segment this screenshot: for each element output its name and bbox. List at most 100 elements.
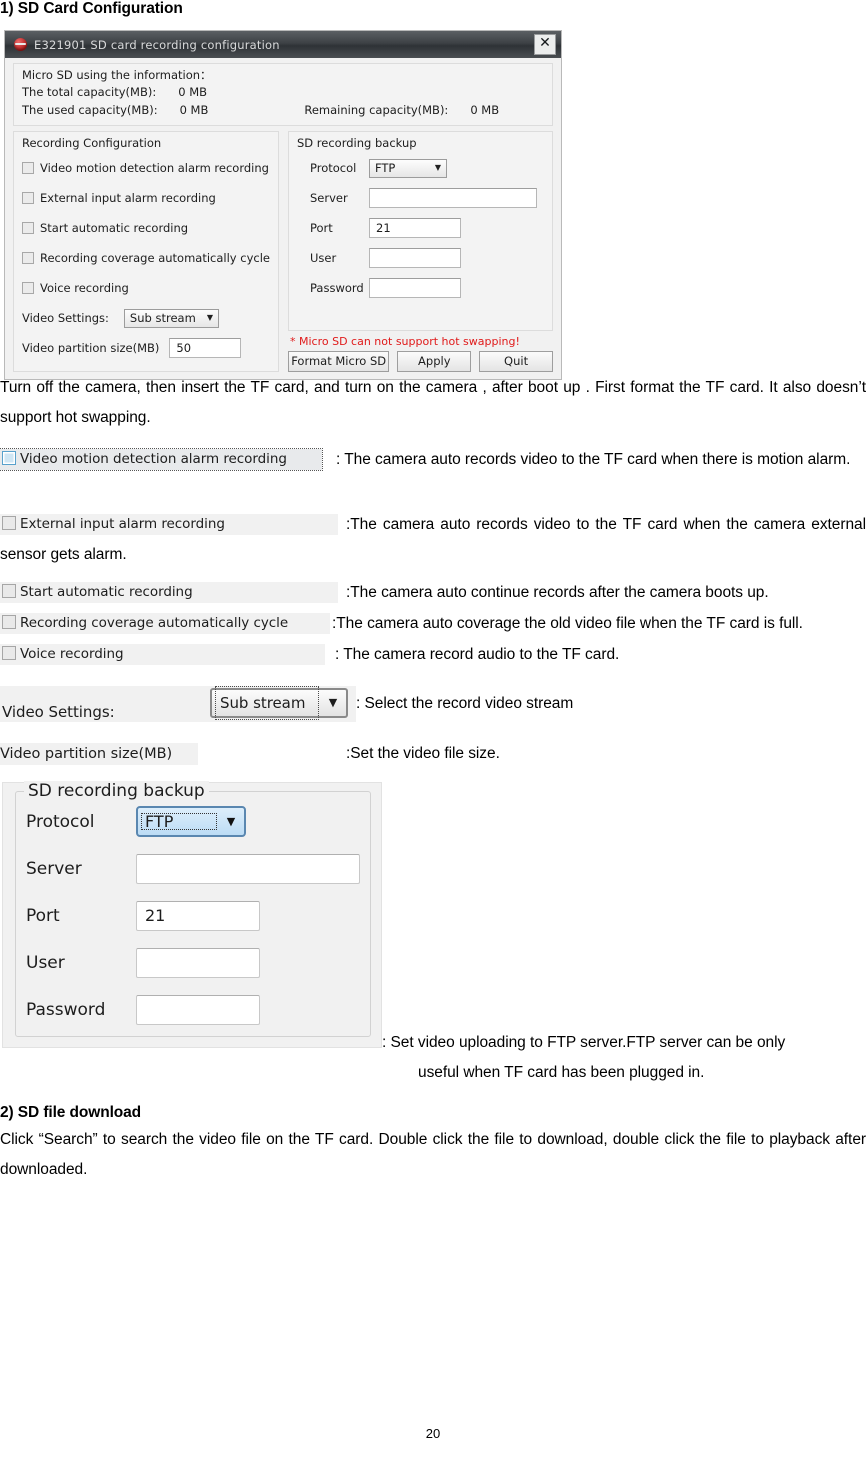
user-label: User: [310, 251, 337, 265]
port-input: 21: [136, 900, 260, 931]
server-input[interactable]: [369, 188, 537, 208]
checkbox-row-external-input-alarm[interactable]: External input alarm recording: [22, 183, 272, 213]
format-micro-sd-button[interactable]: Format Micro SD: [288, 351, 390, 372]
used-capacity-label: The used capacity(MB):: [22, 103, 158, 117]
dialog-title: E321901 SD card recording configuration: [34, 37, 280, 52]
port-input[interactable]: 21: [369, 218, 461, 238]
user-label: User: [26, 952, 65, 973]
checkbox-icon: [2, 646, 16, 661]
video-settings-row: Video Settings: Sub stream ▼: [22, 303, 272, 333]
page-number: 20: [425, 1426, 441, 1441]
server-row: Server: [297, 183, 546, 213]
quit-button[interactable]: Quit: [479, 351, 553, 372]
checkbox-snippet-label: Video motion detection alarm recording: [20, 451, 287, 468]
checkbox-snippet-label: External input alarm recording: [20, 516, 225, 533]
checkbox-label: Video motion detection alarm recording: [40, 161, 269, 175]
checkbox-label: Recording coverage automatically cycle: [40, 251, 270, 265]
video-settings-snippet-value: Sub stream: [214, 685, 320, 721]
checkbox-row-start-automatic-recording[interactable]: Start automatic recording: [22, 213, 272, 243]
protocol-value: FTP: [375, 161, 396, 175]
user-input[interactable]: [369, 248, 461, 268]
checkbox-label: Start automatic recording: [40, 221, 189, 235]
checkbox-icon[interactable]: [22, 192, 34, 204]
checkbox-row-video-motion-detection[interactable]: Video motion detection alarm recording: [22, 153, 272, 183]
recording-configuration-group: Recording Configuration Video motion det…: [13, 131, 279, 372]
sd-usage-header: Micro SD using the information：: [22, 68, 212, 82]
ftp-description-line-2: useful when TF card has been plugged in.: [418, 1064, 705, 1081]
total-capacity-label: The total capacity(MB):: [22, 85, 157, 99]
chevron-down-icon: ▼: [328, 696, 338, 709]
video-settings-snippet-select: Sub stream ▼: [210, 685, 348, 721]
checkbox-row-voice-recording[interactable]: Voice recording: [22, 273, 272, 303]
video-settings-select[interactable]: Sub stream ▼: [123, 308, 219, 328]
checkbox-icon[interactable]: [22, 162, 34, 174]
option-row-external-input-alarm: External input alarm recording:The camer…: [0, 510, 866, 570]
password-label: Password: [310, 281, 364, 295]
checkbox-snippet-external-input-alarm: External input alarm recording: [0, 514, 338, 536]
sd-recording-backup-group: SD recording backup Protocol FTP ▼ Serve…: [288, 131, 553, 331]
option-description-start-automatic-recording: :The camera auto continue records after …: [346, 584, 769, 601]
sd-recording-backup-title: SD recording backup: [297, 136, 417, 150]
video-partition-input[interactable]: 50: [169, 338, 242, 358]
video-partition-snippet: Video partition size(MB): [0, 742, 198, 765]
checkbox-icon: [2, 516, 16, 531]
checkbox-icon[interactable]: [22, 282, 34, 294]
checkbox-snippet-label: Voice recording: [20, 646, 124, 663]
dialog-button-row: Format Micro SD Apply Quit: [288, 351, 553, 372]
total-capacity-value: 0 MB: [178, 85, 208, 99]
used-capacity-value: 0 MB: [179, 103, 209, 117]
option-row-start-automatic-recording: Start automatic recording :The camera aut…: [0, 578, 866, 608]
checkbox-icon[interactable]: [22, 252, 34, 264]
checkbox-snippet-voice-recording: Voice recording: [0, 644, 325, 666]
dialog-body: Micro SD using the information： The tota…: [5, 58, 561, 379]
port-row: Port 21: [26, 892, 360, 939]
port-label: Port: [26, 905, 60, 926]
port-row: Port 21: [297, 213, 546, 243]
checkbox-snippet-recording-coverage-cycle: Recording coverage automatically cycle: [0, 613, 330, 635]
sd-card-configuration-dialog: E321901 SD card recording configuration …: [4, 30, 562, 380]
checkbox-row-recording-coverage-cycle[interactable]: Recording coverage automatically cycle: [22, 243, 272, 273]
app-logo-icon: [14, 38, 27, 51]
checkbox-icon: [2, 584, 16, 599]
dialog-panels: Recording Configuration Video motion det…: [13, 131, 553, 372]
option-row-video-motion-detection: Video motion detection alarm recording : …: [0, 445, 866, 475]
sd-recording-backup-snippet: SD recording backup Protocol FTP ▼ Serve…: [2, 781, 382, 1048]
password-input[interactable]: [369, 278, 461, 298]
protocol-select[interactable]: FTP ▼: [369, 158, 447, 178]
video-partition-snippet-description: :Set the video file size.: [346, 745, 500, 762]
download-paragraph: Click “Search” to search the video file …: [0, 1131, 866, 1178]
sd-usage-header-row: Micro SD using the information：: [22, 67, 544, 85]
protocol-value: FTP: [140, 812, 218, 831]
server-label: Server: [310, 191, 348, 205]
video-settings-snippet-description: : Select the record video stream: [356, 695, 574, 713]
password-input: [136, 994, 260, 1025]
checkbox-icon[interactable]: [22, 222, 34, 234]
page-heading-sd-file-download: 2) SD file download: [0, 1104, 142, 1121]
server-row: Server: [26, 845, 360, 892]
checkbox-snippet-start-automatic-recording: Start automatic recording: [0, 582, 338, 604]
protocol-select: FTP ▼: [136, 806, 246, 837]
video-settings-snippet-label: Video Settings:: [2, 703, 115, 721]
remaining-capacity-label: Remaining capacity(MB):: [304, 103, 449, 117]
checkbox-label: External input alarm recording: [40, 191, 216, 205]
document-page: 1) SD Card Configuration E321901 SD card…: [0, 0, 866, 1464]
apply-button[interactable]: Apply: [397, 351, 472, 372]
video-settings-value: Sub stream: [129, 311, 196, 325]
close-icon[interactable]: ✕: [534, 34, 556, 55]
chevron-down-icon: ▼: [226, 815, 236, 828]
recording-configuration-title: Recording Configuration: [22, 136, 162, 150]
sd-recording-backup-fieldset: SD recording backup Protocol FTP ▼ Serve…: [15, 781, 371, 1037]
video-partition-snippet-row: Video partition size(MB) :Set the video f…: [0, 738, 866, 770]
checkbox-icon: [2, 451, 16, 466]
dialog-titlebar: E321901 SD card recording configuration …: [5, 31, 561, 58]
video-settings-label: Video Settings:: [22, 311, 109, 325]
password-row: Password: [26, 986, 360, 1033]
checkbox-snippet-label: Recording coverage automatically cycle: [20, 615, 289, 632]
user-row: User: [297, 243, 546, 273]
video-partition-label: Video partition size(MB): [22, 341, 160, 355]
option-description-video-motion-detection: : The camera auto records video to the T…: [336, 451, 851, 468]
checkbox-label: Voice recording: [40, 281, 129, 295]
option-description-recording-coverage-cycle: :The camera auto coverage the old video …: [332, 615, 803, 632]
server-label: Server: [26, 858, 82, 879]
sd-usage-info: Micro SD using the information： The tota…: [13, 63, 553, 126]
